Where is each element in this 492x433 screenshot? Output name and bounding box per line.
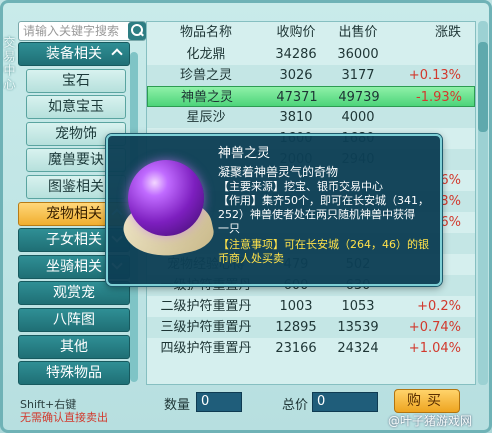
item-tooltip: 神兽之灵 凝聚着神兽灵气的奇物 【主要来源】挖宝、银币交易中心 【作用】集齐50… (106, 134, 442, 286)
quantity-input[interactable]: 0 (196, 392, 242, 412)
buy-price: 47371 (276, 90, 318, 105)
buy-price: 23166 (275, 341, 317, 356)
buy-price: 3810 (279, 110, 313, 125)
table-row[interactable]: 珍兽之灵 3026 3177 +0.13% (147, 65, 475, 86)
item-name: 四级护符重置丹 (160, 341, 252, 356)
total-price-value: 0 (312, 392, 378, 412)
item-image (116, 154, 217, 265)
table-header: 物品名称 收购价 出售价 涨跌 (179, 25, 461, 40)
sell-price: 13539 (337, 320, 379, 335)
price-change (389, 44, 465, 65)
search-icon[interactable] (128, 22, 146, 40)
item-name: 化龙鼎 (186, 47, 226, 62)
purple-orb-icon (128, 160, 204, 236)
category-other[interactable]: 其他 (18, 334, 130, 359)
shortcut-hint: Shift+右键 无需确认直接卖出 (20, 398, 108, 424)
table-row[interactable]: 二级护符重置丹 1003 1053 +0.2% (147, 296, 475, 317)
category-formation[interactable]: 八阵图 (18, 307, 130, 332)
buy-price: 1003 (279, 299, 313, 314)
table-row[interactable]: 三级护符重置丹 12895 13539 +0.74% (147, 317, 475, 338)
price-change: +1.04% (408, 341, 461, 356)
table-row[interactable]: 化龙鼎 34286 36000 (147, 44, 475, 65)
table-row[interactable]: 神兽之灵 47371 49739 -1.93% (147, 86, 475, 107)
tooltip-note-1: 【注意事项】可在长安城（264，46）的银 (218, 238, 429, 251)
tooltip-note-2: 币商人处买卖 (218, 252, 284, 265)
sell-price: 24324 (337, 341, 379, 356)
item-name: 珍兽之灵 (179, 68, 232, 83)
price-change: +0.74% (408, 320, 461, 335)
sell-price: 36000 (337, 47, 379, 62)
tooltip-effect-2: 252）神兽使者处在两只随机神兽中获得 (218, 208, 415, 221)
table-scroll-thumb[interactable] (478, 42, 488, 132)
buy-button[interactable]: 购买 (394, 389, 460, 413)
price-change: +0.13% (408, 68, 461, 83)
category-gem[interactable]: 宝石 (26, 68, 126, 93)
watermark: @叶子猪游戏网 (388, 414, 473, 428)
tooltip-title: 神兽之灵 (218, 146, 271, 161)
sell-price: 3177 (341, 68, 375, 83)
search-input[interactable]: 请输入关键字搜索 (18, 21, 146, 41)
buy-price: 12895 (275, 320, 317, 335)
category-special-items[interactable]: 特殊物品 (18, 361, 130, 386)
category-ruyi-jade[interactable]: 如意宝玉 (26, 95, 126, 120)
price-change: -1.93% (416, 90, 462, 105)
price-change: +0.2% (417, 299, 461, 314)
chevron-up-icon (111, 48, 123, 60)
tooltip-subtitle: 凝聚着神兽灵气的奇物 (218, 165, 339, 179)
price-change (389, 107, 465, 128)
sell-price: 4000 (341, 110, 375, 125)
item-name: 三级护符重置丹 (160, 320, 252, 335)
item-name: 星辰沙 (186, 110, 226, 125)
buy-price: 3026 (279, 68, 313, 83)
tooltip-source: 【主要来源】挖宝、银币交易中心 (218, 180, 383, 193)
window-caption: 交易中心 (2, 36, 16, 92)
total-price-label: 总价 (282, 398, 309, 413)
tooltip-effect-3: 一只 (218, 222, 240, 235)
table-row[interactable]: 星辰沙 3810 4000 (147, 107, 475, 128)
tooltip-effect-1: 【作用】集齐50个，即可在长安城（341， (218, 194, 429, 207)
item-name: 神兽之灵 (180, 90, 233, 105)
sell-price: 1053 (341, 299, 375, 314)
table-row[interactable]: 四级护符重置丹 23166 24324 +1.04% (147, 338, 475, 359)
buy-price: 34286 (275, 47, 317, 62)
quantity-label: 数量 (164, 398, 191, 413)
item-name: 二级护符重置丹 (160, 299, 252, 314)
sell-price: 49739 (338, 90, 380, 105)
category-equipment[interactable]: 装备相关 (18, 42, 130, 66)
